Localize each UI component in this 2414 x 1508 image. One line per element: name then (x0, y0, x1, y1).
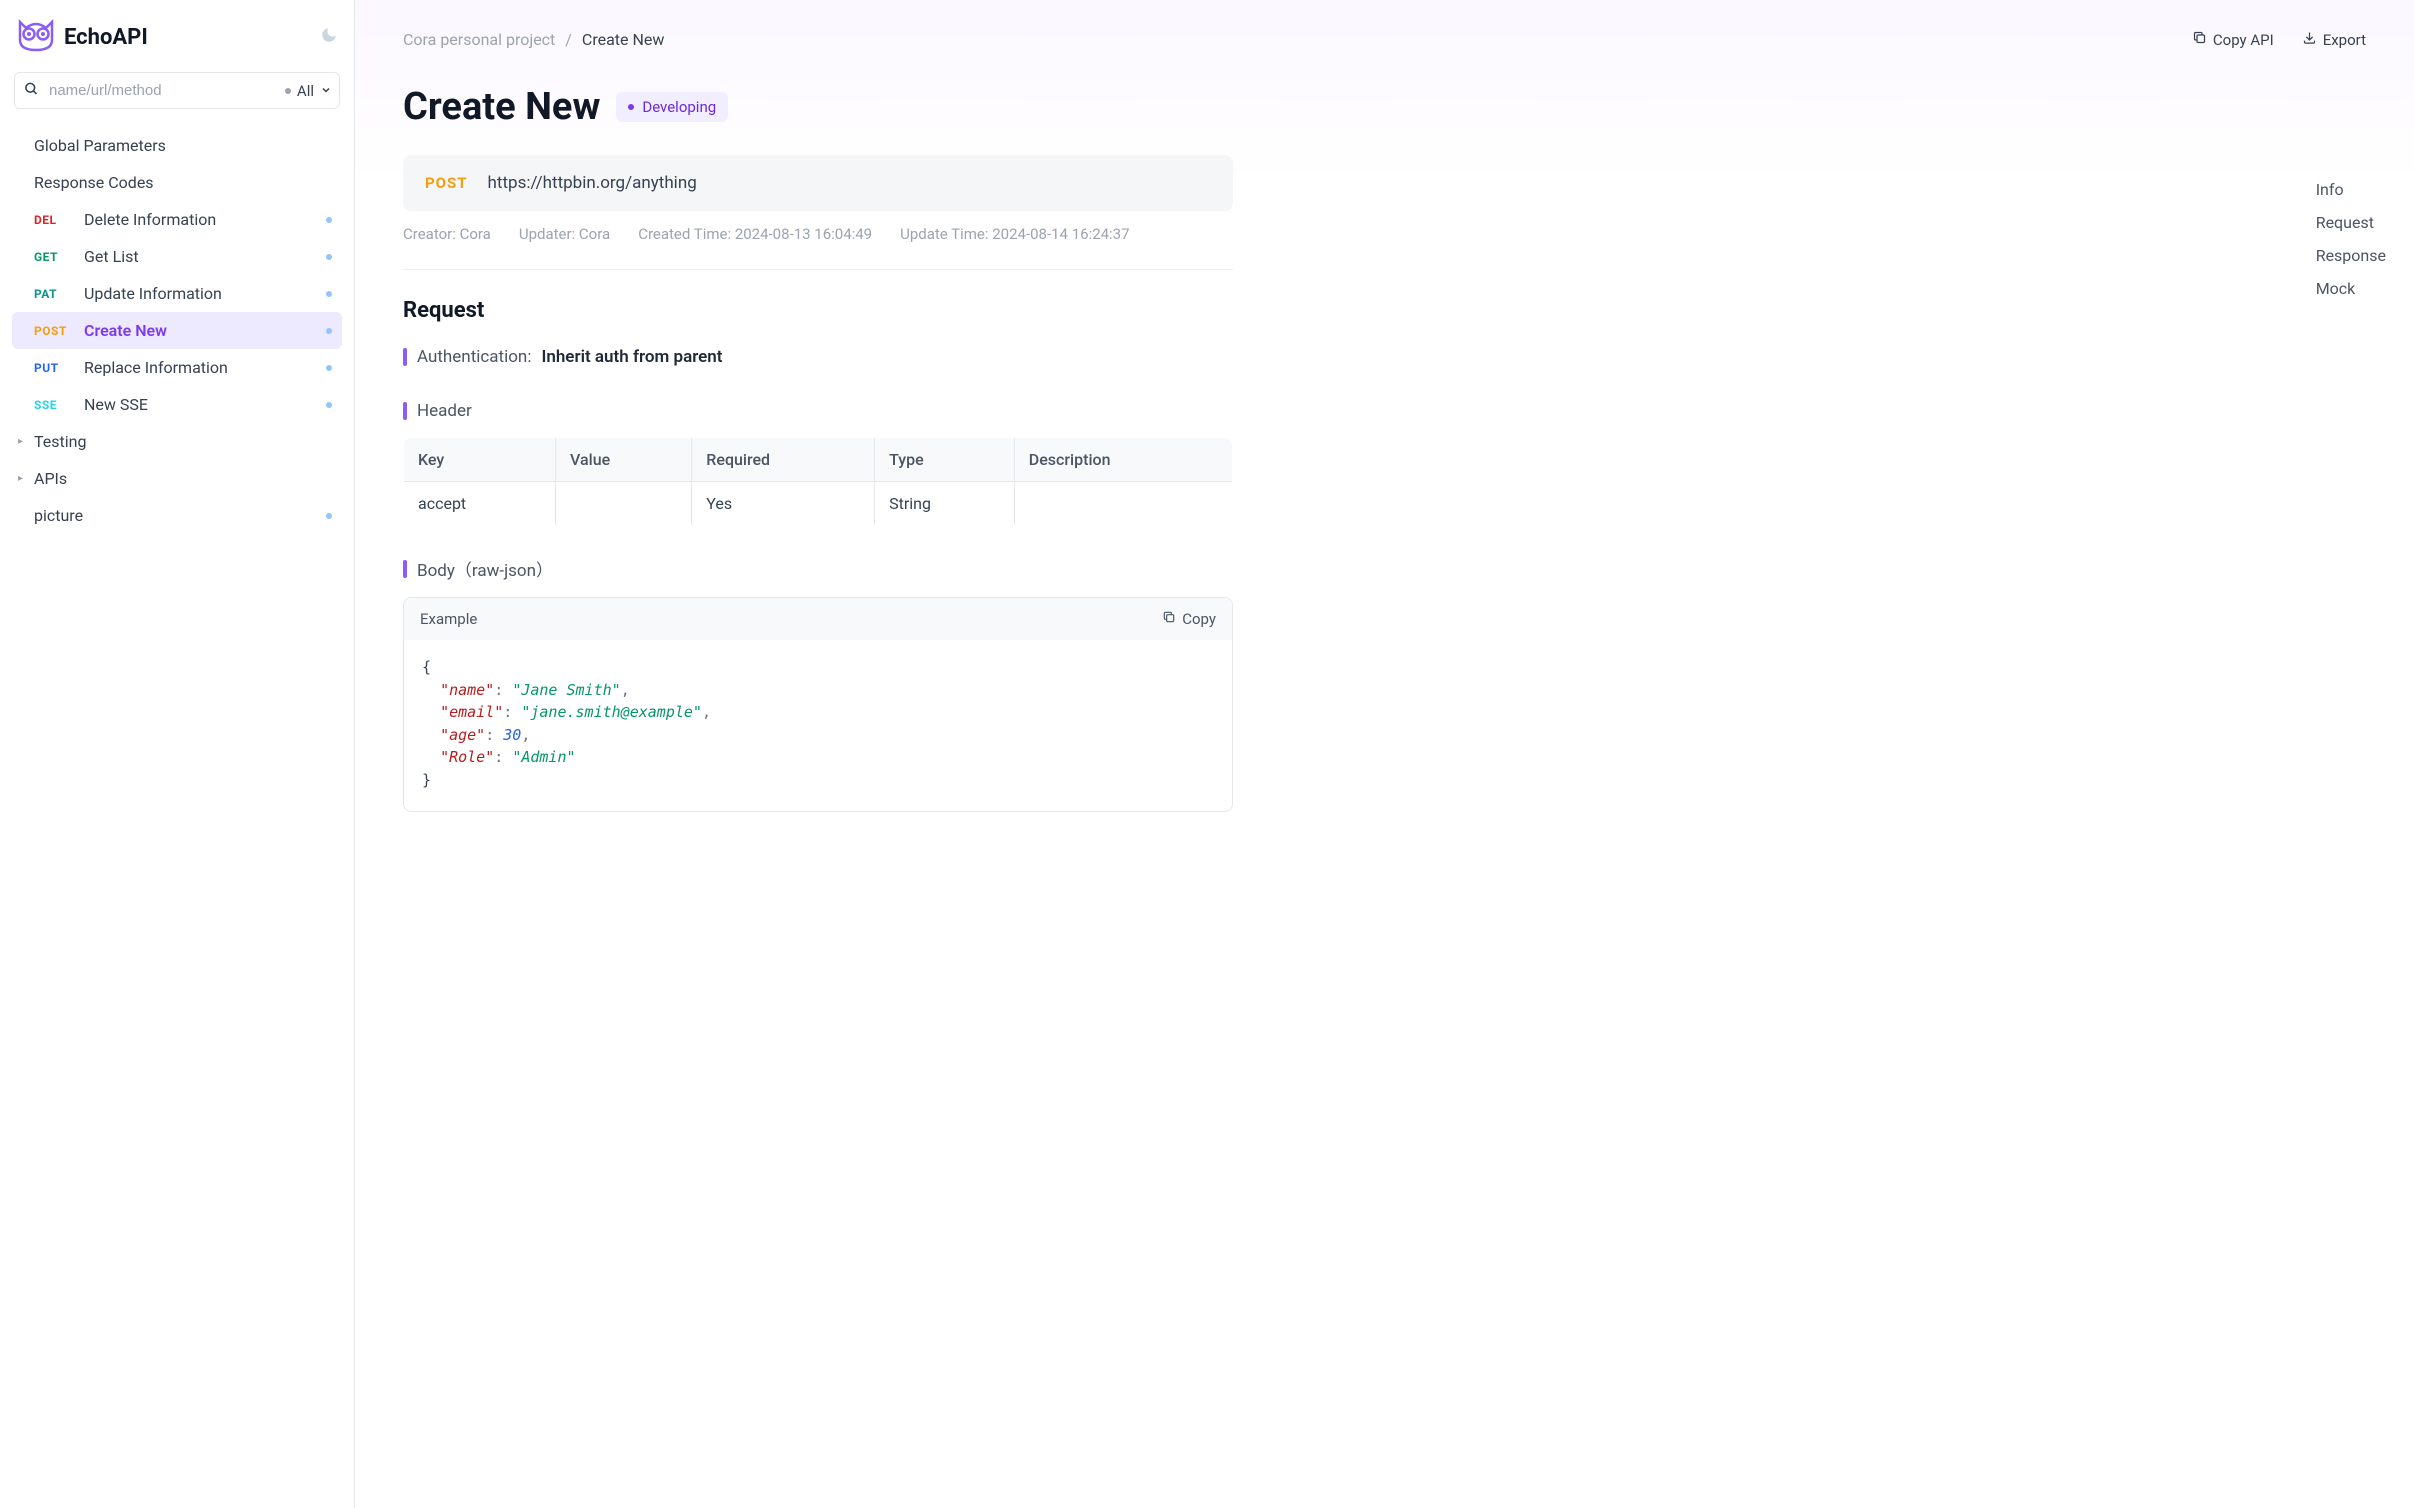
search-wrap: All (14, 72, 340, 109)
caret-right-icon: ▸ (18, 473, 23, 484)
search-filter-all[interactable]: All (285, 82, 332, 100)
body-head: Example Copy (404, 598, 1232, 640)
status-dot-icon (326, 365, 332, 371)
meta-updater: Updater: Cora (519, 225, 610, 243)
section-marker-icon (403, 348, 407, 366)
meta-creator: Creator: Cora (403, 225, 491, 243)
section-title-request: Request (403, 298, 1233, 323)
status-dot-icon (285, 88, 291, 94)
title-row: Create New Developing (403, 85, 1233, 129)
nav-api-new-sse[interactable]: SSE New SSE (12, 386, 342, 423)
body-code: { "name": "Jane Smith", "email": "jane.s… (404, 640, 1232, 811)
filter-label: All (297, 82, 314, 100)
nav: Global Parameters Response Codes DEL Del… (12, 127, 342, 1496)
owl-icon (16, 18, 56, 56)
status-dot-icon (326, 328, 332, 334)
table-row: accept Yes String (404, 482, 1233, 526)
copy-icon (1162, 610, 1176, 628)
caret-right-icon: ▸ (18, 436, 23, 447)
nav-global-parameters[interactable]: Global Parameters (12, 127, 342, 164)
status-dot-icon (326, 291, 332, 297)
col-required: Required (692, 438, 875, 482)
page-title: Create New (403, 85, 600, 129)
nav-folder-picture[interactable]: picture (12, 497, 342, 534)
status-badge: Developing (616, 92, 728, 122)
col-key: Key (404, 438, 556, 482)
status-dot-icon (326, 402, 332, 408)
copy-body-button[interactable]: Copy (1162, 610, 1216, 628)
export-button[interactable]: Export (2302, 30, 2366, 49)
top-actions: Copy API Export (2192, 30, 2366, 49)
body-block: Example Copy { "name": "Jane Smith", "em… (403, 597, 1233, 812)
divider (403, 269, 1233, 270)
logo-row: EchoAPI (12, 12, 342, 72)
meta-update-time: Update Time: 2024-08-14 16:24:37 (900, 225, 1129, 243)
nav-folder-apis[interactable]: ▸ APIs (12, 460, 342, 497)
copy-api-button[interactable]: Copy API (2192, 30, 2274, 49)
nav-folder-testing[interactable]: ▸ Testing (12, 423, 342, 460)
app-name: EchoAPI (64, 25, 148, 50)
copy-icon (2192, 30, 2207, 49)
sidebar: EchoAPI All Global Parameters Response C… (0, 0, 355, 1508)
example-label: Example (420, 610, 477, 628)
subsection-body: Body（raw-json） (403, 556, 1233, 581)
status-dot-icon (326, 254, 332, 260)
anchor-request[interactable]: Request (2316, 213, 2386, 232)
nav-response-codes[interactable]: Response Codes (12, 164, 342, 201)
auth-value: Inherit auth from parent (541, 347, 722, 367)
anchor-mock[interactable]: Mock (2316, 279, 2386, 298)
request-method: POST (425, 174, 468, 192)
meta-row: Creator: Cora Updater: Cora Created Time… (403, 225, 1233, 243)
search-icon (24, 81, 39, 100)
subsection-header: Header (403, 401, 1233, 421)
anchor-nav: Info Request Response Mock (2316, 180, 2386, 298)
status-dot-icon (326, 217, 332, 223)
breadcrumb: Cora personal project / Create New (403, 30, 664, 49)
chevron-down-icon (320, 82, 332, 100)
subsection-auth: Authentication: Inherit auth from parent (403, 347, 1233, 367)
request-url: https://httpbin.org/anything (488, 173, 697, 193)
breadcrumb-current: Create New (582, 30, 664, 49)
nav-api-update-information[interactable]: PAT Update Information (12, 275, 342, 312)
theme-toggle-icon[interactable] (320, 26, 338, 49)
nav-api-replace-information[interactable]: PUT Replace Information (12, 349, 342, 386)
nav-api-create-new[interactable]: POST Create New (12, 312, 342, 349)
top-row: Cora personal project / Create New Copy … (403, 30, 2366, 49)
url-box: POST https://httpbin.org/anything (403, 155, 1233, 211)
header-table: Key Value Required Type Description acce… (403, 437, 1233, 526)
logo[interactable]: EchoAPI (16, 18, 148, 56)
col-value: Value (556, 438, 692, 482)
breadcrumb-project[interactable]: Cora personal project (403, 30, 555, 49)
col-description: Description (1014, 438, 1232, 482)
anchor-response[interactable]: Response (2316, 246, 2386, 265)
download-icon (2302, 30, 2317, 49)
meta-created-time: Created Time: 2024-08-13 16:04:49 (638, 225, 872, 243)
main: Cora personal project / Create New Copy … (355, 0, 2414, 1508)
status-dot-icon (326, 513, 332, 519)
status-dot-icon (628, 104, 634, 110)
section-marker-icon (403, 560, 407, 578)
nav-api-get-list[interactable]: GET Get List (12, 238, 342, 275)
nav-api-delete-information[interactable]: DEL Delete Information (12, 201, 342, 238)
section-marker-icon (403, 402, 407, 420)
anchor-info[interactable]: Info (2316, 180, 2386, 199)
breadcrumb-sep: / (565, 30, 572, 49)
col-type: Type (875, 438, 1015, 482)
